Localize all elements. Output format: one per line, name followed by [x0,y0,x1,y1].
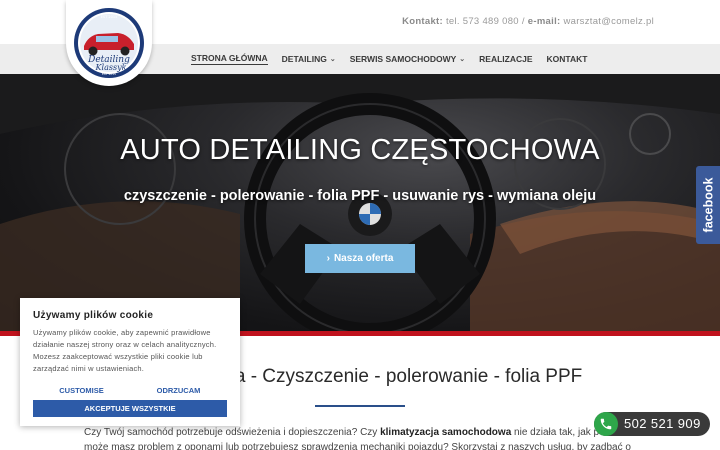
chevron-right-icon: › [326,253,330,264]
our-offer-button[interactable]: › Nasza oferta [305,244,415,273]
facebook-tab[interactable]: facebook [696,166,720,244]
cookie-consent-banner: Używamy plików cookie Używamy plików coo… [20,298,240,426]
nav-item-label: STRONA GŁÓWNA [191,53,268,63]
our-offer-label: Nasza oferta [333,253,394,264]
cookie-title: Używamy plików cookie [33,310,154,321]
nav-item-label: SERWIS SAMOCHODOWY [349,54,457,64]
call-button[interactable]: 502 521 909 [594,412,710,436]
hero-background-image [0,74,720,336]
paragraph-part-1: Czy Twój samochód potrzebuje odświeżenia… [84,427,381,438]
heading-underline [315,405,405,407]
site-logo[interactable]: Detailing Klassyk EST 2015 EST 2015 [66,0,152,86]
logo-text-2: Klassyk [95,63,127,72]
nav-item-home[interactable]: STRONA GŁÓWNA [191,53,268,65]
content-paragraph: Czy Twój samochód potrzebuje odświeżenia… [84,425,644,450]
accept-all-button[interactable]: AKCEPTUJE WSZYSTKIE [33,400,227,417]
nav-item-detailing[interactable]: DETAILING ⌄ [282,54,336,64]
customise-button[interactable]: CUSTOMISE [33,384,130,398]
nav-menu: STRONA GŁÓWNA DETAILING ⌄ SERWIS SAMOCHO… [191,44,601,74]
nav-item-label: KONTAKT [546,54,588,64]
contact-email[interactable]: warsztat@comelz.pl [563,16,654,27]
logo-badge: Detailing Klassyk EST 2015 EST 2015 [74,8,144,78]
cookie-text: Używamy plików cookie, aby zapewnić praw… [33,328,217,373]
hero-banner: AUTO DETAILING CZĘSTOCHOWA czyszczenie -… [0,74,720,336]
email-label: e-mail: [527,16,561,27]
paragraph-line-2: może masz problem z oponami lub potrzebu… [84,442,631,450]
facebook-label: facebook [701,177,716,233]
logo-text-top: EST 2015 [101,15,118,19]
contact-phone[interactable]: tel. 573 489 080 [446,16,519,27]
hero-title: AUTO DETAILING CZĘSTOCHOWA [120,134,600,166]
phone-number: 502 521 909 [624,416,701,431]
content-heading: howa - Czyszczenie - polerowanie - folia… [200,366,583,387]
phone-icon [594,412,618,436]
contact-label: Kontakt: [402,16,443,27]
nav-item-car-service[interactable]: SERWIS SAMOCHODOWY ⌄ [350,54,465,64]
contact-info: Kontakt: tel. 573 489 080 / e-mail: wars… [402,16,654,27]
reject-button[interactable]: ODRZUCAM [130,384,227,398]
logo-text-bottom: EST 2015 [102,72,116,76]
paragraph-part-2: nie działa tak, jak po [511,427,605,438]
paragraph-bold: klimatyzacja samochodowa [380,427,512,438]
chevron-down-icon: ⌄ [329,56,336,63]
nav-item-projects[interactable]: REALIZACJE [479,54,532,64]
contact-separator: / [521,16,525,27]
nav-item-contact[interactable]: KONTAKT [547,54,588,64]
nav-item-label: DETAILING [281,54,327,64]
nav-item-label: REALIZACJE [479,54,533,64]
hero-subtitle: czyszczenie - polerowanie - folia PPF - … [123,188,597,204]
chevron-down-icon: ⌄ [459,56,466,63]
cookie-secondary-buttons: CUSTOMISE ODRZUCAM [33,384,227,398]
